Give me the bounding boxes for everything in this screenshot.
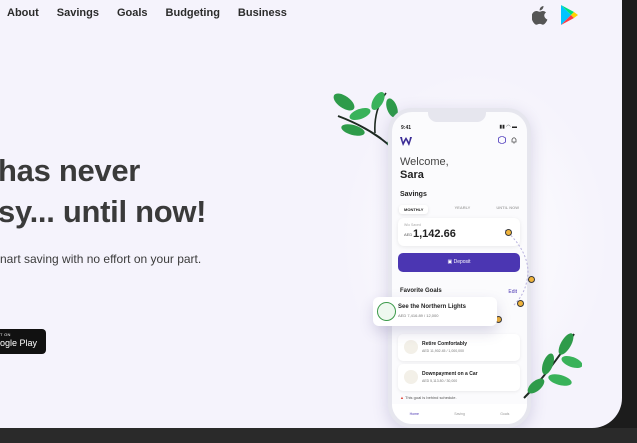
bottom-nav-home[interactable]: Home: [410, 412, 419, 416]
welcome-text: Welcome,: [400, 156, 449, 168]
status-time: 9:41: [401, 125, 412, 131]
goal-title: Downpayment on a Car: [422, 371, 478, 377]
hero-tagline: nart saving with no effort on your part.: [0, 252, 202, 266]
floating-goal-card[interactable]: See the Northern Lights AED 7,416.89 / 1…: [373, 297, 497, 326]
goal-card[interactable]: Retire Comfortably AED 11,902.45 / 1,000…: [398, 334, 520, 361]
floating-goal-amount: AED 7,416.89 / 12,000: [398, 313, 439, 318]
google-play-badge[interactable]: T ON ogle Play: [0, 329, 46, 354]
bell-icon[interactable]: [510, 136, 518, 144]
hexagon-icon[interactable]: [498, 136, 506, 144]
bottom-nav-saving[interactable]: Saving: [454, 412, 465, 416]
aurora-icon: [377, 302, 396, 321]
tab-yearly[interactable]: YEARLY: [454, 205, 470, 214]
deposit-label: Deposit: [453, 259, 471, 265]
warning-text: This goal is behind schedule.: [405, 395, 457, 400]
nav-goals[interactable]: Goals: [117, 7, 148, 19]
connector-dot: [505, 229, 512, 236]
balance-currency: AED: [404, 232, 413, 237]
connector-dot: [528, 276, 535, 283]
hero-headline-line2: sy... until now!: [0, 194, 207, 229]
header-icons: [498, 136, 518, 144]
balance-label: Wio Saved: [404, 223, 421, 227]
bottom-nav-goals[interactable]: Goals: [500, 412, 509, 416]
phone-notch: [428, 112, 486, 122]
nav-business[interactable]: Business: [238, 7, 287, 19]
schedule-warning: ▲ This goal is behind schedule.: [400, 395, 457, 400]
bottom-nav: Home Saving Goals: [392, 404, 527, 424]
goal-title: Retire Comfortably: [422, 341, 468, 347]
balance-value: 1,142.66: [413, 228, 456, 240]
connector-line-icon: [504, 229, 529, 307]
savings-tabs: MONTHLY YEARLY UNTIL NOW: [399, 205, 519, 214]
leaf-branch-bottom-icon: [523, 333, 582, 399]
tab-until-now[interactable]: UNTIL NOW: [496, 205, 519, 214]
page-frame: About Savings Goals Budgeting Business h…: [0, 0, 622, 428]
connector-dot: [517, 300, 524, 307]
goal-card[interactable]: Downpayment on a Car AED 5,113.80 / 30,0…: [398, 364, 520, 391]
status-icons: ▮▮ ◠ ▬: [499, 124, 517, 130]
badge-big-text: ogle Play: [0, 338, 38, 348]
store-links: [532, 5, 578, 25]
user-name: Sara: [400, 169, 424, 181]
nav-savings[interactable]: Savings: [57, 7, 99, 19]
favorite-goals-title: Favorite Goals: [400, 288, 442, 294]
apple-icon[interactable]: [532, 5, 548, 25]
piggy-icon: [404, 340, 418, 354]
goal-amount: AED 11,902.45 / 1,000,000: [422, 349, 464, 353]
floating-goal-title: See the Northern Lights: [398, 304, 467, 310]
hero-headline-line1: has never: [0, 153, 141, 188]
tab-monthly[interactable]: MONTHLY: [399, 205, 429, 214]
nav-about[interactable]: About: [7, 7, 39, 19]
google-play-icon[interactable]: [560, 5, 578, 25]
wio-logo-icon: [400, 137, 412, 146]
goal-amount: AED 5,113.80 / 30,000: [422, 379, 458, 383]
frame-bottom-shadow: [0, 428, 637, 443]
nav-budgeting[interactable]: Budgeting: [166, 7, 220, 19]
car-icon: [404, 370, 418, 384]
top-nav: About Savings Goals Budgeting Business: [7, 7, 287, 19]
badge-small-text: T ON: [0, 332, 11, 337]
savings-title: Savings: [400, 191, 427, 198]
